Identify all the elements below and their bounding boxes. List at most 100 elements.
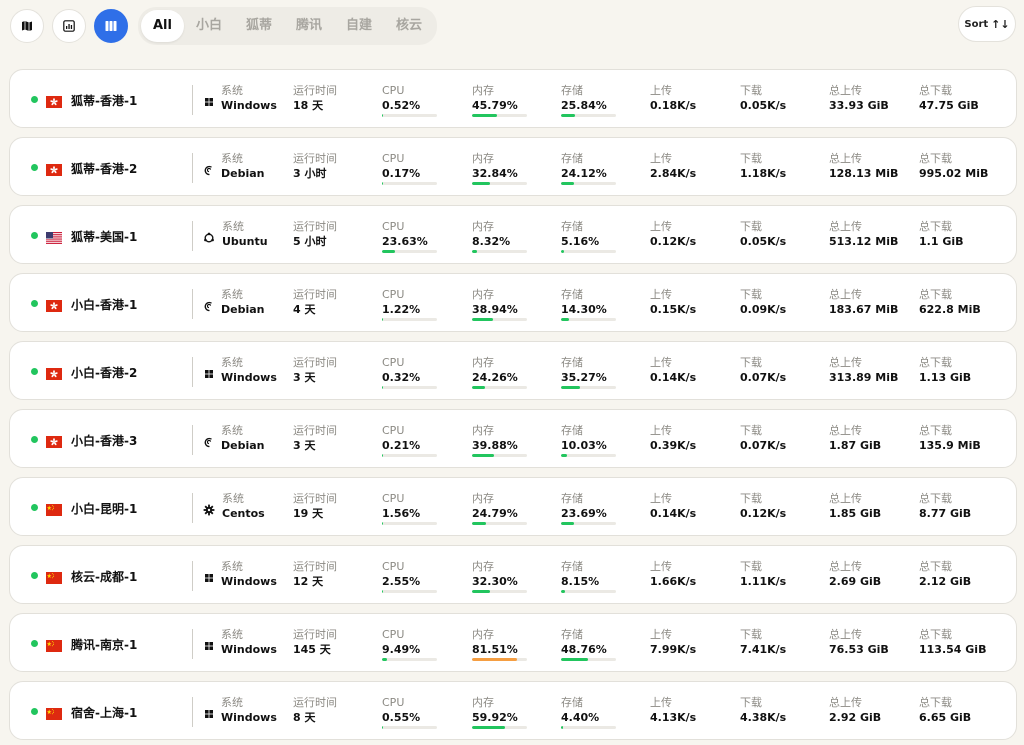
os-label: 系统: [221, 696, 243, 709]
server-name[interactable]: 狐蒂-香港-1: [71, 92, 137, 109]
total-download-column: 总下载 2.12 GiB: [919, 559, 971, 590]
total-upload-column: 总上传 2.69 GiB: [829, 559, 881, 590]
server-name[interactable]: 宿舍-上海-1: [71, 704, 137, 721]
server-name[interactable]: 腾讯-南京-1: [71, 636, 137, 653]
upload-speed-value: 0.14K/s: [650, 507, 697, 520]
server-card[interactable]: 核云-成都-1 系统 Windows 运行时间 12 天 CPU 2.55% 内存 32.30%…: [9, 545, 1017, 604]
disk-usage-fill: [561, 726, 564, 729]
server-card[interactable]: 小白-香港-2 系统 Windows 运行时间 3 天 CPU 0.32% 内存 24.26% 存…: [9, 341, 1017, 400]
uptime-column: 运行时间 3 天: [293, 355, 337, 386]
uptime-label: 运行时间: [293, 220, 337, 233]
server-list: 狐蒂-香港-1 系统 Windows 运行时间 18 天 CPU 0.52% 内存 45.79%…: [9, 69, 1017, 745]
server-name[interactable]: 小白-香港-2: [71, 364, 137, 381]
total-download-column: 总下载 113.54 GiB: [919, 627, 986, 658]
cpu-usage-fill: [382, 590, 384, 593]
cpu-column: CPU 1.22%: [382, 287, 437, 321]
uptime-value: 18 天: [293, 99, 324, 112]
server-name[interactable]: 狐蒂-香港-2: [71, 160, 137, 177]
uptime-label: 运行时间: [293, 152, 337, 165]
list-view-button[interactable]: [94, 9, 128, 43]
sort-button[interactable]: Sort ↑↓: [958, 6, 1016, 42]
download-speed-value: 4.38K/s: [740, 711, 787, 724]
uptime-column: 运行时间 3 小时: [293, 151, 337, 182]
disk-label: 存储: [561, 424, 583, 437]
upload-speed-column: 上传 0.14K/s: [650, 355, 696, 386]
os-column: 系统 Centos: [222, 491, 265, 522]
tab-heyun[interactable]: 核云: [384, 10, 434, 42]
disk-column: 存储 35.27%: [561, 355, 616, 389]
server-name[interactable]: 狐蒂-美国-1: [71, 228, 137, 245]
chart-view-button[interactable]: [52, 9, 86, 43]
download-speed-value: 0.07K/s: [740, 371, 787, 384]
flag-hk-icon: [46, 433, 62, 448]
disk-value: 10.03%: [561, 439, 607, 452]
memory-usage-fill: [472, 182, 491, 185]
memory-value: 32.30%: [472, 575, 518, 588]
disk-column: 存储 14.30%: [561, 287, 616, 321]
flag-cn-icon: [46, 501, 62, 516]
tab-tencent[interactable]: 腾讯: [284, 10, 334, 42]
server-card[interactable]: 小白-香港-1 系统 Debian 运行时间 4 天 CPU 1.22% 内存 38.94% 存储…: [9, 273, 1017, 332]
cpu-label: CPU: [382, 356, 405, 369]
upload-speed-value: 0.12K/s: [650, 235, 697, 248]
uptime-value: 3 天: [293, 371, 316, 384]
uptime-column: 运行时间 12 天: [293, 559, 337, 590]
uptime-column: 运行时间 18 天: [293, 83, 337, 114]
download-speed-value: 7.41K/s: [740, 643, 787, 656]
upload-speed-value: 7.99K/s: [650, 643, 697, 656]
uptime-value: 5 小时: [293, 235, 327, 248]
map-view-button[interactable]: [10, 9, 44, 43]
windows-icon: [203, 637, 215, 650]
uptime-label: 运行时间: [293, 696, 337, 709]
disk-label: 存储: [561, 84, 583, 97]
memory-value: 39.88%: [472, 439, 518, 452]
disk-value: 14.30%: [561, 303, 607, 316]
disk-usage-fill: [561, 114, 576, 117]
tab-all[interactable]: All: [141, 10, 184, 42]
memory-usage-fill: [472, 318, 494, 321]
server-card[interactable]: 狐蒂-香港-2 系统 Debian 运行时间 3 小时 CPU 0.17% 内存 32.84% 存…: [9, 137, 1017, 196]
total-download-value: 1.1 GiB: [919, 235, 964, 248]
server-name[interactable]: 小白-香港-3: [71, 432, 137, 449]
uptime-label: 运行时间: [293, 492, 337, 505]
total-download-label: 总下载: [919, 84, 952, 97]
tab-xiaobai[interactable]: 小白: [184, 10, 234, 42]
online-status-dot: [31, 640, 38, 647]
memory-column: 内存 24.26%: [472, 355, 527, 389]
total-upload-value: 183.67 MiB: [829, 303, 899, 316]
total-download-value: 8.77 GiB: [919, 507, 972, 520]
memory-usage-bar: [472, 182, 527, 185]
os-column: 系统 Windows: [221, 559, 277, 590]
total-download-value: 113.54 GiB: [919, 643, 987, 656]
memory-column: 内存 45.79%: [472, 83, 527, 117]
memory-usage-fill: [472, 386, 486, 389]
server-card[interactable]: 腾讯-南京-1 系统 Windows 运行时间 145 天 CPU 9.49% 内存 81.51…: [9, 613, 1017, 672]
download-speed-label: 下载: [740, 288, 762, 301]
tab-self-built[interactable]: 自建: [334, 10, 384, 42]
total-upload-value: 513.12 MiB: [829, 235, 899, 248]
download-speed-value: 0.09K/s: [740, 303, 787, 316]
total-download-value: 1.13 GiB: [919, 371, 972, 384]
upload-speed-value: 0.39K/s: [650, 439, 697, 452]
server-card[interactable]: 狐蒂-香港-1 系统 Windows 运行时间 18 天 CPU 0.52% 内存 45.79%…: [9, 69, 1017, 128]
download-speed-column: 下载 0.07K/s: [740, 423, 786, 454]
cpu-column: CPU 0.21%: [382, 423, 437, 457]
uptime-value: 12 天: [293, 575, 324, 588]
total-download-label: 总下载: [919, 220, 952, 233]
server-name[interactable]: 小白-昆明-1: [71, 500, 137, 517]
server-card[interactable]: 狐蒂-美国-1 系统 Ubuntu 运行时间 5 小时 CPU 23.63% 内存 8.32% 存…: [9, 205, 1017, 264]
server-card[interactable]: 小白-昆明-1 系统 Centos 运行时间 19 天 CPU 1.56% 内存 24.79% 存…: [9, 477, 1017, 536]
os-column: 系统 Debian: [221, 151, 265, 182]
server-name[interactable]: 核云-成都-1: [71, 568, 137, 585]
tab-hudi[interactable]: 狐蒂: [234, 10, 284, 42]
cpu-usage-bar: [382, 182, 437, 185]
cpu-usage-fill: [382, 182, 383, 185]
server-card[interactable]: 宿舍-上海-1 系统 Windows 运行时间 8 天 CPU 0.55% 内存 59.92% 存…: [9, 681, 1017, 740]
server-card[interactable]: 小白-香港-3 系统 Debian 运行时间 3 天 CPU 0.21% 内存 39.88% 存储…: [9, 409, 1017, 468]
ubuntu-icon: [203, 229, 215, 243]
disk-usage-fill: [561, 182, 575, 185]
server-name[interactable]: 小白-香港-1: [71, 296, 137, 313]
os-label: 系统: [221, 84, 243, 97]
cpu-label: CPU: [382, 84, 405, 97]
cpu-label: CPU: [382, 152, 405, 165]
